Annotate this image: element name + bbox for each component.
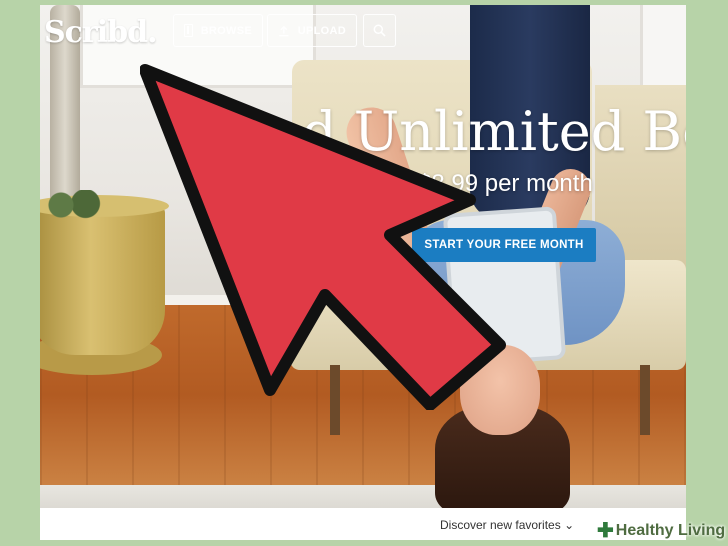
watermark: ✚ Healthy Living [597,520,726,542]
watermark-text: Healthy Living [615,522,726,539]
search-icon [373,24,386,37]
discover-label: Discover new favorites [440,518,561,532]
upload-label: UPLOAD [297,24,346,37]
discover-link[interactable]: Discover new favorites ⌄ [440,518,574,532]
pointer-arrow-icon [140,64,506,410]
browse-button[interactable]: BROWSE [173,14,263,47]
scribd-logo[interactable]: Scribd. [44,15,158,50]
browser-viewport: Scribd. BROWSE UPLOAD d Unlimited Bo $8.… [40,5,686,540]
chevron-down-icon: ⌄ [564,518,575,532]
plant-leaves [40,190,110,220]
book-icon [184,24,193,37]
browse-label: BROWSE [200,24,252,37]
bottom-bar [40,508,686,540]
search-button[interactable] [363,14,396,47]
couch-leg [640,365,650,435]
upload-icon [279,25,289,36]
upload-button[interactable]: UPLOAD [267,14,357,47]
cross-icon: ✚ [597,520,614,542]
